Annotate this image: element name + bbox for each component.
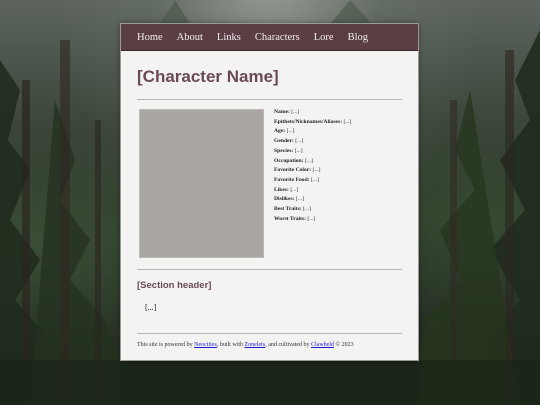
profile-field-value: [...]: [303, 206, 311, 213]
character-profile: Name: [...] Epithets/Nicknames/Aliases: […: [137, 108, 402, 258]
profile-field-label: Best Traits:: [274, 206, 302, 213]
copyright: © 2023: [335, 342, 354, 348]
footer-prefix: This site is powered by: [137, 342, 193, 348]
profile-field-value: [...]: [294, 147, 303, 154]
profile-row: Worst Traits: [...]: [274, 215, 351, 225]
divider: [137, 99, 402, 100]
clawheld-link[interactable]: Clawheld: [311, 342, 334, 348]
footer-text: , built with: [216, 342, 244, 348]
profile-field-label: Likes:: [274, 186, 289, 193]
nav-links[interactable]: Links: [217, 32, 241, 43]
profile-field-value: [...]: [312, 167, 321, 174]
profile-field-value: [...]: [295, 196, 304, 203]
profile-field-value: [...]: [307, 215, 316, 222]
profile-row: Likes: [...]: [274, 186, 351, 196]
nav-home[interactable]: Home: [137, 32, 163, 43]
profile-field-label: Name:: [274, 109, 290, 115]
profile-row: Age: [...]: [274, 127, 351, 137]
profile-row: Best Traits: [...]: [274, 205, 351, 215]
divider: [137, 333, 402, 334]
profile-field-value: [...]: [310, 176, 319, 183]
profile-row: Favorite Food: [...]: [274, 176, 351, 186]
profile-row: Epithets/Nicknames/Aliases: [...]: [274, 118, 351, 128]
character-portrait-placeholder: [140, 110, 263, 257]
nav-characters[interactable]: Characters: [255, 32, 300, 43]
profile-field-value: [...]: [304, 157, 313, 164]
neocities-link[interactable]: Neocities: [194, 342, 217, 348]
main-content: [Character Name] Name: [...] Epithets/Nic…: [121, 67, 418, 348]
zonelets-link[interactable]: Zonelets: [245, 342, 266, 348]
section-header: [Section header]: [137, 280, 212, 291]
profile-field-label: Favorite Food:: [274, 176, 310, 183]
nav-lore[interactable]: Lore: [314, 32, 334, 43]
profile-row: Favorite Color: [...]: [274, 166, 351, 176]
profile-row: Occupation: [...]: [274, 157, 351, 167]
page-title: [Character Name]: [137, 67, 279, 86]
nav-about[interactable]: About: [177, 32, 203, 43]
profile-field-label: Epithets/Nicknames/Aliases:: [274, 118, 343, 125]
profile-field-label: Occupation:: [274, 157, 304, 164]
profile-field-label: Age:: [274, 128, 286, 135]
divider: [137, 269, 402, 270]
profile-field-label: Dislikes:: [274, 196, 295, 203]
profile-row: Species: [...]: [274, 147, 351, 157]
profile-field-value: [...]: [295, 138, 304, 145]
profile-field-label: Favorite Color:: [274, 167, 312, 174]
top-nav: Home About Links Characters Lore Blog: [121, 24, 418, 51]
profile-field-value: [...]: [291, 109, 300, 115]
section-body: [...]: [145, 303, 157, 312]
profile-row: Name: [...]: [274, 108, 351, 118]
profile-field-label: Species:: [274, 147, 294, 154]
nav-blog[interactable]: Blog: [348, 32, 368, 43]
profile-field-value: [...]: [343, 118, 352, 125]
page-container: Home About Links Characters Lore Blog [C…: [121, 24, 418, 360]
profile-field-label: Gender:: [274, 138, 294, 145]
profile-row: Dislikes: [...]: [274, 195, 351, 205]
profile-field-value: [...]: [286, 128, 295, 135]
footer: This site is powered by Neocities, built…: [137, 342, 402, 348]
profile-field-label: Worst Traits:: [274, 215, 306, 222]
footer-text: , and cultivated by: [265, 342, 310, 348]
profile-field-value: [...]: [290, 186, 299, 193]
character-info-list: Name: [...] Epithets/Nicknames/Aliases: […: [274, 108, 351, 258]
profile-row: Gender: [...]: [274, 137, 351, 147]
